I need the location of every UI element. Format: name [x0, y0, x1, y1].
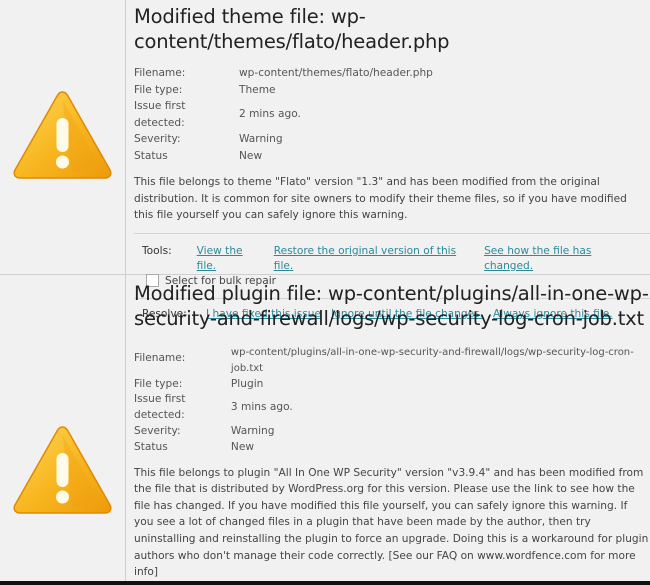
filetype-label: File type:: [134, 377, 183, 390]
view-file-link[interactable]: View the file.: [197, 244, 264, 274]
warning-triangle-icon: [13, 91, 112, 179]
see-changes-link[interactable]: See how the file has changed.: [484, 244, 640, 274]
detail-row-filename: Filename: wp-content/themes/flato/header…: [134, 65, 433, 82]
severity-value: Warning: [230, 424, 275, 437]
detail-row-detected: Issue first detected: 2 mins ago.: [134, 98, 433, 131]
issue-description: This file belongs to plugin "All In One …: [134, 466, 649, 579]
window-bottom-edge: [0, 581, 650, 585]
status-label: Status: [134, 149, 168, 162]
filename-value: wp-content/plugins/all-in-one-wp-securit…: [230, 347, 634, 374]
filename-value: wp-content/themes/flato/header.php: [239, 67, 433, 79]
issue-title: Modified plugin file: wp-content/plugins…: [134, 282, 649, 330]
severity-label: Severity:: [134, 133, 181, 145]
filename-label: Filename:: [134, 67, 186, 79]
issue-description: This file belongs to theme "Flato" versi…: [134, 176, 627, 222]
detail-row-detected: Issue first detected: 3 mins ago.: [134, 392, 650, 424]
detected-label: Issue first detected:: [134, 100, 186, 129]
filetype-value: Theme: [239, 83, 276, 96]
detail-row-filename: Filename: wp-content/plugins/all-in-one-…: [134, 342, 650, 377]
issue-icon-column: [0, 275, 126, 581]
warning-triangle-icon: [13, 426, 112, 514]
detected-label: Issue first detected:: [134, 393, 186, 422]
status-label: Status: [134, 440, 168, 453]
tools-row: Tools: View the file. Restore the origin…: [134, 234, 650, 274]
detected-value: 3 mins ago.: [230, 401, 293, 414]
issue-icon-column: [0, 0, 126, 274]
detail-row-filetype: File type: Plugin: [134, 377, 650, 393]
filetype-label: File type:: [134, 83, 183, 96]
filetype-value: Plugin: [230, 377, 264, 390]
status-value: New: [230, 440, 255, 453]
issue-content: Modified theme file: wp-content/themes/f…: [126, 0, 650, 320]
detected-value: 2 mins ago.: [239, 108, 301, 121]
issue-details-table: Filename: wp-content/themes/flato/header…: [134, 65, 433, 164]
issue-card-theme-file: Modified theme file: wp-content/themes/f…: [0, 0, 650, 320]
issue-content: Modified plugin file: wp-content/plugins…: [126, 275, 650, 581]
severity-value: Warning: [239, 133, 283, 145]
restore-original-link[interactable]: Restore the original version of this fil…: [274, 244, 474, 274]
issue-title: Modified theme file: wp-content/themes/f…: [134, 5, 450, 53]
tools-label: Tools:: [142, 244, 172, 257]
filename-label: Filename:: [134, 352, 186, 365]
detail-row-severity: Severity: Warning: [134, 131, 433, 148]
detail-row-severity: Severity: Warning: [134, 424, 650, 440]
status-value: New: [239, 149, 263, 162]
issue-details-table: Filename: wp-content/plugins/all-in-one-…: [134, 342, 650, 456]
detail-row-status: Status New: [134, 148, 433, 165]
severity-label: Severity:: [134, 424, 181, 437]
detail-row-status: Status New: [134, 440, 650, 456]
issue-card-plugin-file: Modified plugin file: wp-content/plugins…: [0, 275, 650, 581]
detail-row-filetype: File type: Theme: [134, 82, 433, 99]
